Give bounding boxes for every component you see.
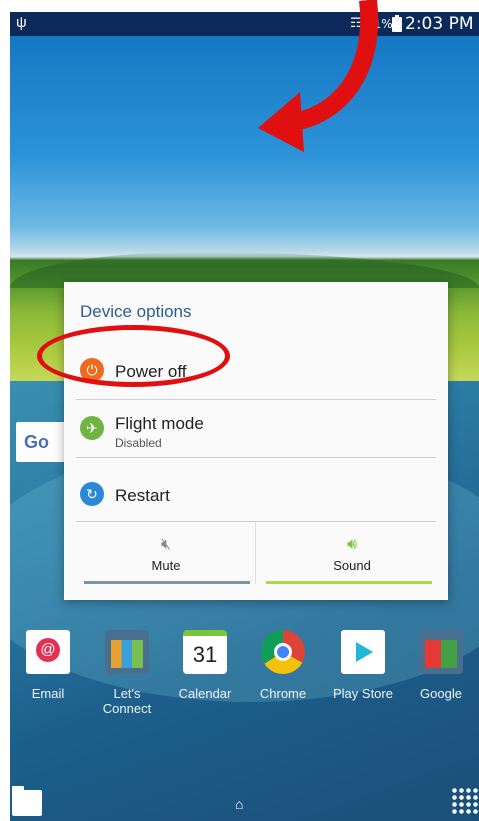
app-label: Play Store [333,686,393,701]
divider [76,399,436,400]
app-label: Calendar [178,686,232,701]
home-icon[interactable]: ⌂ [235,796,243,812]
app-chrome[interactable]: Chrome [248,630,318,701]
app-label: Email [31,686,65,701]
divider [76,457,436,458]
app-lets-connect[interactable]: Let's Connect [92,630,162,716]
sound-label: Sound [333,558,371,573]
google-logo: Go [24,432,49,452]
battery-icon [392,15,402,32]
clock: 2:03 PM [405,14,474,34]
option-label: Flight mode [115,414,204,433]
mute-label: Mute [151,558,181,573]
restart-option[interactable]: ↻ Restart [64,468,436,528]
app-label: Google [420,686,462,701]
app-label: Let's Connect [102,686,152,716]
option-sublabel: Disabled [115,436,162,450]
sound-button[interactable]: 🔊︎ Sound [262,522,442,592]
restart-icon: ↻ [80,482,104,506]
app-google[interactable]: Google [406,630,476,701]
sound-icon: 🔊︎ [346,536,358,553]
play-store-icon [341,630,385,674]
annotation-arrow-icon [258,0,379,152]
dialog-title: Device options [80,302,192,321]
lets-connect-folder-icon [105,630,149,674]
annotation-circle [37,325,230,387]
usb-icon: ψ [16,14,27,31]
mute-indicator-bar [84,581,250,584]
chrome-icon [261,630,305,674]
app-calendar[interactable]: 31 Calendar [170,630,240,701]
mute-button[interactable]: 🔇︎ Mute [76,522,256,592]
airplane-icon: ✈ [80,416,104,440]
app-email[interactable]: @ Email [13,630,83,701]
flight-mode-option[interactable]: ✈ Flight mode Disabled [64,402,436,462]
mute-icon: 🔇︎ [160,536,172,553]
sound-indicator-bar [266,581,432,584]
option-label: Restart [115,486,170,505]
app-play-store[interactable]: Play Store [328,630,398,701]
app-label: Chrome [259,686,307,701]
google-folder-icon [419,630,463,674]
email-icon: @ [26,630,70,674]
apps-grid-icon[interactable] [451,787,479,815]
folder-icon[interactable] [12,786,42,816]
calendar-icon: 31 [183,630,227,674]
